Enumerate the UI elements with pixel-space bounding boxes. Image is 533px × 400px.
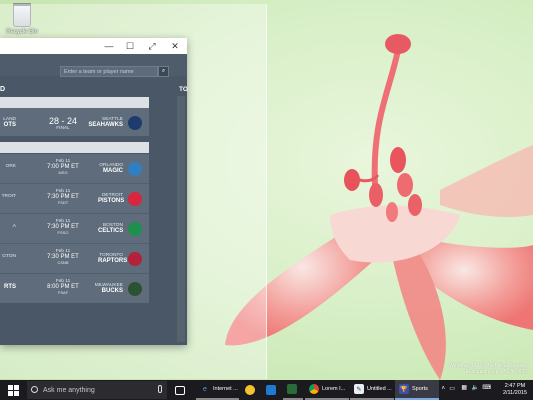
maximize-button[interactable]: ☐ xyxy=(119,38,141,54)
taskbar-sports[interactable]: 🏆 Sports xyxy=(395,380,439,400)
minimize-icon: — xyxy=(104,41,114,51)
close-icon: ✕ xyxy=(171,40,179,51)
left-team-name: RTS xyxy=(4,284,16,290)
section-header-left: D xyxy=(0,86,6,93)
restore-icon: ⤢ xyxy=(148,40,156,51)
taskbar-terminal[interactable] xyxy=(283,380,303,400)
game-row[interactable]: A Feb 11 7:30 PM ET FSSO BOSTON CELTICS xyxy=(0,214,149,243)
clock-date: 2/11/2015 xyxy=(502,390,527,396)
taskbar-item-label: Internet ... xyxy=(213,386,238,392)
search-icon: ⌕ xyxy=(161,68,166,74)
right-team-name: MAGIC xyxy=(103,168,123,174)
taskbar-paint[interactable]: ✎ Untitled ... xyxy=(350,380,394,400)
restore-button[interactable]: ⤢ xyxy=(141,38,163,54)
cortana-search-box[interactable]: Ask me anything xyxy=(27,381,167,399)
sports-app-window: — ☐ ⤢ ✕ Enter a team or player name ⌕ D … xyxy=(0,38,187,345)
volume-icon[interactable]: 🔈 xyxy=(472,384,479,391)
maximize-icon: ☐ xyxy=(125,40,135,51)
game-network: CSNB xyxy=(57,260,69,265)
left-team-city: ORK xyxy=(5,164,16,169)
taskbar-chrome[interactable]: Lorem I... xyxy=(305,380,349,400)
search-button[interactable]: ⌕ xyxy=(158,66,169,77)
celtics-logo-icon xyxy=(128,222,142,236)
left-team-city: A xyxy=(12,224,16,229)
title-bar[interactable]: — ☐ ⤢ ✕ xyxy=(0,38,187,54)
right-pane-partial xyxy=(177,96,185,342)
search-input[interactable]: Enter a team or player name xyxy=(60,66,158,77)
internet-explorer-icon: e xyxy=(203,385,207,393)
raptors-logo-icon xyxy=(128,252,142,266)
right-team-name: PISTONS xyxy=(98,198,125,204)
magic-logo-icon xyxy=(128,162,142,176)
game-score: 28 - 24 xyxy=(48,116,78,126)
featured-game-row[interactable]: LAND OTS 28 - 24 FINAL SEATTLE SEAHAWKS xyxy=(0,108,149,136)
game-network: MSG xyxy=(58,170,68,175)
task-view-icon xyxy=(175,385,185,395)
bucks-logo-icon xyxy=(128,282,142,296)
game-row[interactable]: ORK Feb 11 7:00 PM ET MSG ORLANDO MAGIC xyxy=(0,154,149,183)
chrome-icon xyxy=(309,384,319,394)
store-icon xyxy=(266,385,276,395)
taskbar-internet-explorer[interactable]: e Internet ... xyxy=(196,380,239,400)
sports-icon: 🏆 xyxy=(399,384,409,394)
build-watermark: Windows 10 Pro Technical Preview Evaluat… xyxy=(449,363,527,375)
taskbar-item-label: Untitled ... xyxy=(367,386,392,392)
taskbar-item-label: Lorem I... xyxy=(322,386,346,392)
left-team-city: TROIT xyxy=(1,194,16,199)
watermark-line-2: Evaluation copy. Build 9926 xyxy=(465,369,527,375)
right-team-name: SEAHAWKS xyxy=(88,122,123,128)
cortana-search-placeholder: Ask me anything xyxy=(43,386,95,394)
section-header-right: TO xyxy=(179,86,188,93)
terminal-icon xyxy=(287,384,297,394)
game-network: FSAF xyxy=(57,290,69,295)
cortana-icon xyxy=(31,386,38,393)
minimize-button[interactable]: — xyxy=(98,38,120,54)
right-team-name: CELTICS xyxy=(98,228,124,234)
chevron-up-icon[interactable]: ˄ xyxy=(441,386,445,392)
windows-logo-icon xyxy=(7,384,19,396)
system-clock[interactable]: 2:47 PM 2/11/2015 xyxy=(503,383,527,397)
paint-icon: ✎ xyxy=(354,384,364,394)
keyboard-icon[interactable]: ⌨ xyxy=(482,384,491,391)
microphone-icon[interactable] xyxy=(158,385,162,393)
game-row[interactable]: TROIT Feb 11 7:30 PM ET FSDT DETROIT PISTON… xyxy=(0,184,149,213)
clock-time: 2:47 PM xyxy=(504,383,526,389)
game-network: FSDT xyxy=(57,200,69,205)
close-button[interactable]: ✕ xyxy=(164,38,186,54)
left-team-name: OTS xyxy=(3,122,16,128)
action-center-icon[interactable]: ▭ xyxy=(449,385,455,392)
section-divider xyxy=(0,97,149,108)
pistons-logo-icon xyxy=(128,192,142,206)
seahawks-logo-icon xyxy=(128,116,142,130)
taskbar-store[interactable] xyxy=(262,380,282,400)
emoji-icon xyxy=(245,385,255,395)
start-button[interactable] xyxy=(0,380,26,400)
game-row[interactable]: RTS Feb 11 8:00 PM ET FSAF MILWAUKEE BUCKS xyxy=(0,274,149,303)
taskbar-emoji-app[interactable] xyxy=(241,380,261,400)
game-network: FSSO xyxy=(57,230,69,235)
section-divider-2 xyxy=(0,142,149,153)
game-status: FINAL xyxy=(56,126,70,131)
right-team-name: RAPTORS xyxy=(98,258,128,264)
network-icon[interactable]: ▦ xyxy=(461,384,467,391)
left-team-city: GTON xyxy=(2,254,16,259)
game-row[interactable]: GTON Feb 11 7:30 PM ET CSNB TORONTO RAPTORS xyxy=(0,244,149,273)
task-view-button[interactable] xyxy=(171,380,191,400)
right-team-name: BUCKS xyxy=(101,288,123,294)
taskbar: Ask me anything e Internet ... Lorem I...… xyxy=(0,380,533,400)
taskbar-item-label: Sports xyxy=(412,386,428,392)
